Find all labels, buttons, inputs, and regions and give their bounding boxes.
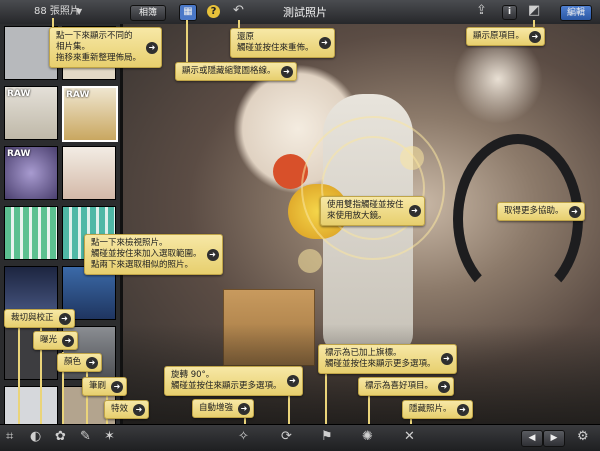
callout-effects[interactable]: 特效 ➜ [104,400,150,419]
arrow-right-icon[interactable]: ➜ [280,65,293,78]
next-button[interactable]: ▶ [543,430,565,447]
arrow-right-icon[interactable]: ➜ [58,312,71,325]
window-light [453,34,543,124]
raw-badge: RAW [7,89,31,99]
arrow-right-icon[interactable]: ➜ [408,205,421,217]
callout-text: 標示為已加上旗標。 觸碰並按住來顯示更多選項。 [325,348,436,369]
arrow-right-icon[interactable]: ➜ [286,375,299,387]
callout-text: 自動增強 [199,403,234,413]
arrow-right-icon[interactable]: ➜ [438,380,451,393]
callout-revert[interactable]: 還原 觸碰並按住來重佈。 ➜ [230,28,335,58]
loupe-handle[interactable] [400,146,424,170]
album-count[interactable]: 88 張照片 [34,5,80,19]
leader-line [325,372,327,424]
callout-exposure[interactable]: 曝光 ➜ [33,331,79,350]
grid-button[interactable]: ▦ [179,4,197,21]
favorite-icon[interactable]: ✺ [362,430,373,444]
thumbnail[interactable] [4,386,58,424]
leader-line [368,392,370,424]
callout-albums[interactable]: 點一下來顯示不同的 相片集。 拖移來重新整理佈局。 ➜ [49,27,163,68]
albums-button[interactable]: 相簿 [130,5,166,21]
rotate-icon[interactable]: ⟳ [281,430,292,444]
undo-icon[interactable]: ↶ [233,4,244,18]
thumbnail-selected[interactable]: RAW [62,86,118,142]
callout-text: 標示為喜好項目。 [365,381,434,391]
arrow-right-icon[interactable]: ➜ [133,403,146,416]
callout-favorite[interactable]: 標示為喜好項目。 ➜ [358,377,455,396]
color-icon[interactable]: ✿ [55,430,66,444]
callout-text: 裁切與校正 [11,313,54,323]
thumbnail[interactable] [4,206,58,260]
show-original-icon[interactable]: ◩ [528,4,540,18]
callout-text: 曝光 [40,335,58,345]
callout-text: 隱藏照片。 [409,404,452,414]
help-icon[interactable]: ? [207,5,220,18]
auto-enhance-icon[interactable]: ✧ [238,430,249,444]
arrow-right-icon[interactable]: ➜ [86,356,99,369]
callout-grid[interactable]: 顯示或隱藏縮覽圖格線。 ➜ [175,62,297,81]
callout-crop[interactable]: 裁切與校正 ➜ [4,309,75,328]
previous-icon: ◀ [528,433,536,443]
top-toolbar: 88 張照片 ▼ 相簿 ▦ ? ↶ 測試照片 ⇪ i ◩ 編輯 [0,0,600,25]
callout-text: 筆刷 [89,381,107,391]
effects-icon[interactable]: ✶ [104,430,115,444]
callout-text: 取得更多協助。 [504,206,564,216]
callout-auto-enhance[interactable]: 自動增強 ➜ [192,399,255,418]
brushes-icon[interactable]: ✎ [80,430,91,444]
arrow-right-icon[interactable]: ➜ [62,334,75,347]
bottom-toolbar: ⌗ ◐ ✿ ✎ ✶ ✧ ⟳ ⚑ ✺ ✕ ◀ ▶ ⚙ [0,424,600,451]
leader-line [18,322,20,424]
thumbnail[interactable]: RAW [4,86,58,140]
callout-text: 旋轉 90°。 觸碰並按住來顯示更多選項。 [171,370,282,391]
callout-color[interactable]: 顏色 ➜ [57,353,103,372]
callout-text: 點一下來檢視照片。 觸碰並按住來加入選取範圍。 點兩下來選取相似的照片。 [91,238,202,270]
loupe-handle[interactable] [298,249,322,273]
callout-text: 顯示原項目。 [473,31,525,41]
grid-icon: ▦ [183,6,193,17]
thumbnail[interactable]: RAW [4,146,58,200]
arrow-right-icon[interactable]: ➜ [568,205,581,218]
callout-browse-photos[interactable]: 點一下來檢視照片。 觸碰並按住來加入選取範圍。 點兩下來選取相似的照片。 ➜ [84,234,223,275]
arrow-right-icon[interactable]: ➜ [456,403,469,416]
callout-rotate[interactable]: 旋轉 90°。 觸碰並按住來顯示更多選項。 ➜ [164,366,303,396]
callout-help[interactable]: 取得更多協助。 ➜ [497,202,585,221]
callout-text: 顏色 [64,357,82,367]
exposure-icon[interactable]: ◐ [30,430,41,444]
edit-button[interactable]: 編輯 [560,5,592,21]
callout-show-original[interactable]: 顯示原項目。 ➜ [466,27,546,46]
thumbnail[interactable] [62,146,116,200]
arrow-right-icon[interactable]: ➜ [111,380,124,393]
page-title: 測試照片 [283,6,327,19]
raw-badge: RAW [7,149,31,159]
crop-icon[interactable]: ⌗ [6,430,13,444]
previous-button[interactable]: ◀ [521,430,543,447]
callout-text: 點一下來顯示不同的 相片集。 拖移來重新整理佈局。 [56,31,142,63]
raw-badge: RAW [66,90,90,100]
callout-text: 特效 [111,404,129,414]
flag-icon[interactable]: ⚑ [321,430,333,444]
leader-line [186,20,188,68]
callout-text: 使用雙指觸碰並按住 來使用放大鏡。 [327,200,404,221]
callout-text: 顯示或隱藏縮覽圖格線。 [182,66,276,76]
leader-line [288,392,290,424]
arrow-right-icon[interactable]: ➜ [206,248,219,261]
arrow-right-icon[interactable]: ➜ [238,402,251,415]
callout-text: 還原 觸碰並按住來重佈。 [237,32,314,53]
callout-hide[interactable]: 隱藏照片。 ➜ [402,400,473,419]
arrow-right-icon[interactable]: ➜ [529,30,542,43]
callout-flag[interactable]: 標示為已加上旗標。 觸碰並按住來顯示更多選項。 ➜ [318,344,457,374]
arrow-right-icon[interactable]: ➜ [318,37,331,49]
arrow-right-icon[interactable]: ➜ [440,353,453,365]
hide-icon[interactable]: ✕ [404,430,415,444]
info-icon[interactable]: i [502,5,517,20]
gear-icon[interactable]: ⚙ [577,430,589,444]
arrow-right-icon[interactable]: ➜ [146,41,159,54]
callout-loupe[interactable]: 使用雙指觸碰並按住 來使用放大鏡。 ➜ [320,196,425,226]
share-icon[interactable]: ⇪ [476,4,487,18]
triangle-down-icon[interactable]: ▼ [76,5,82,19]
callout-brushes[interactable]: 筆刷 ➜ [82,377,128,396]
next-icon: ▶ [550,433,558,443]
